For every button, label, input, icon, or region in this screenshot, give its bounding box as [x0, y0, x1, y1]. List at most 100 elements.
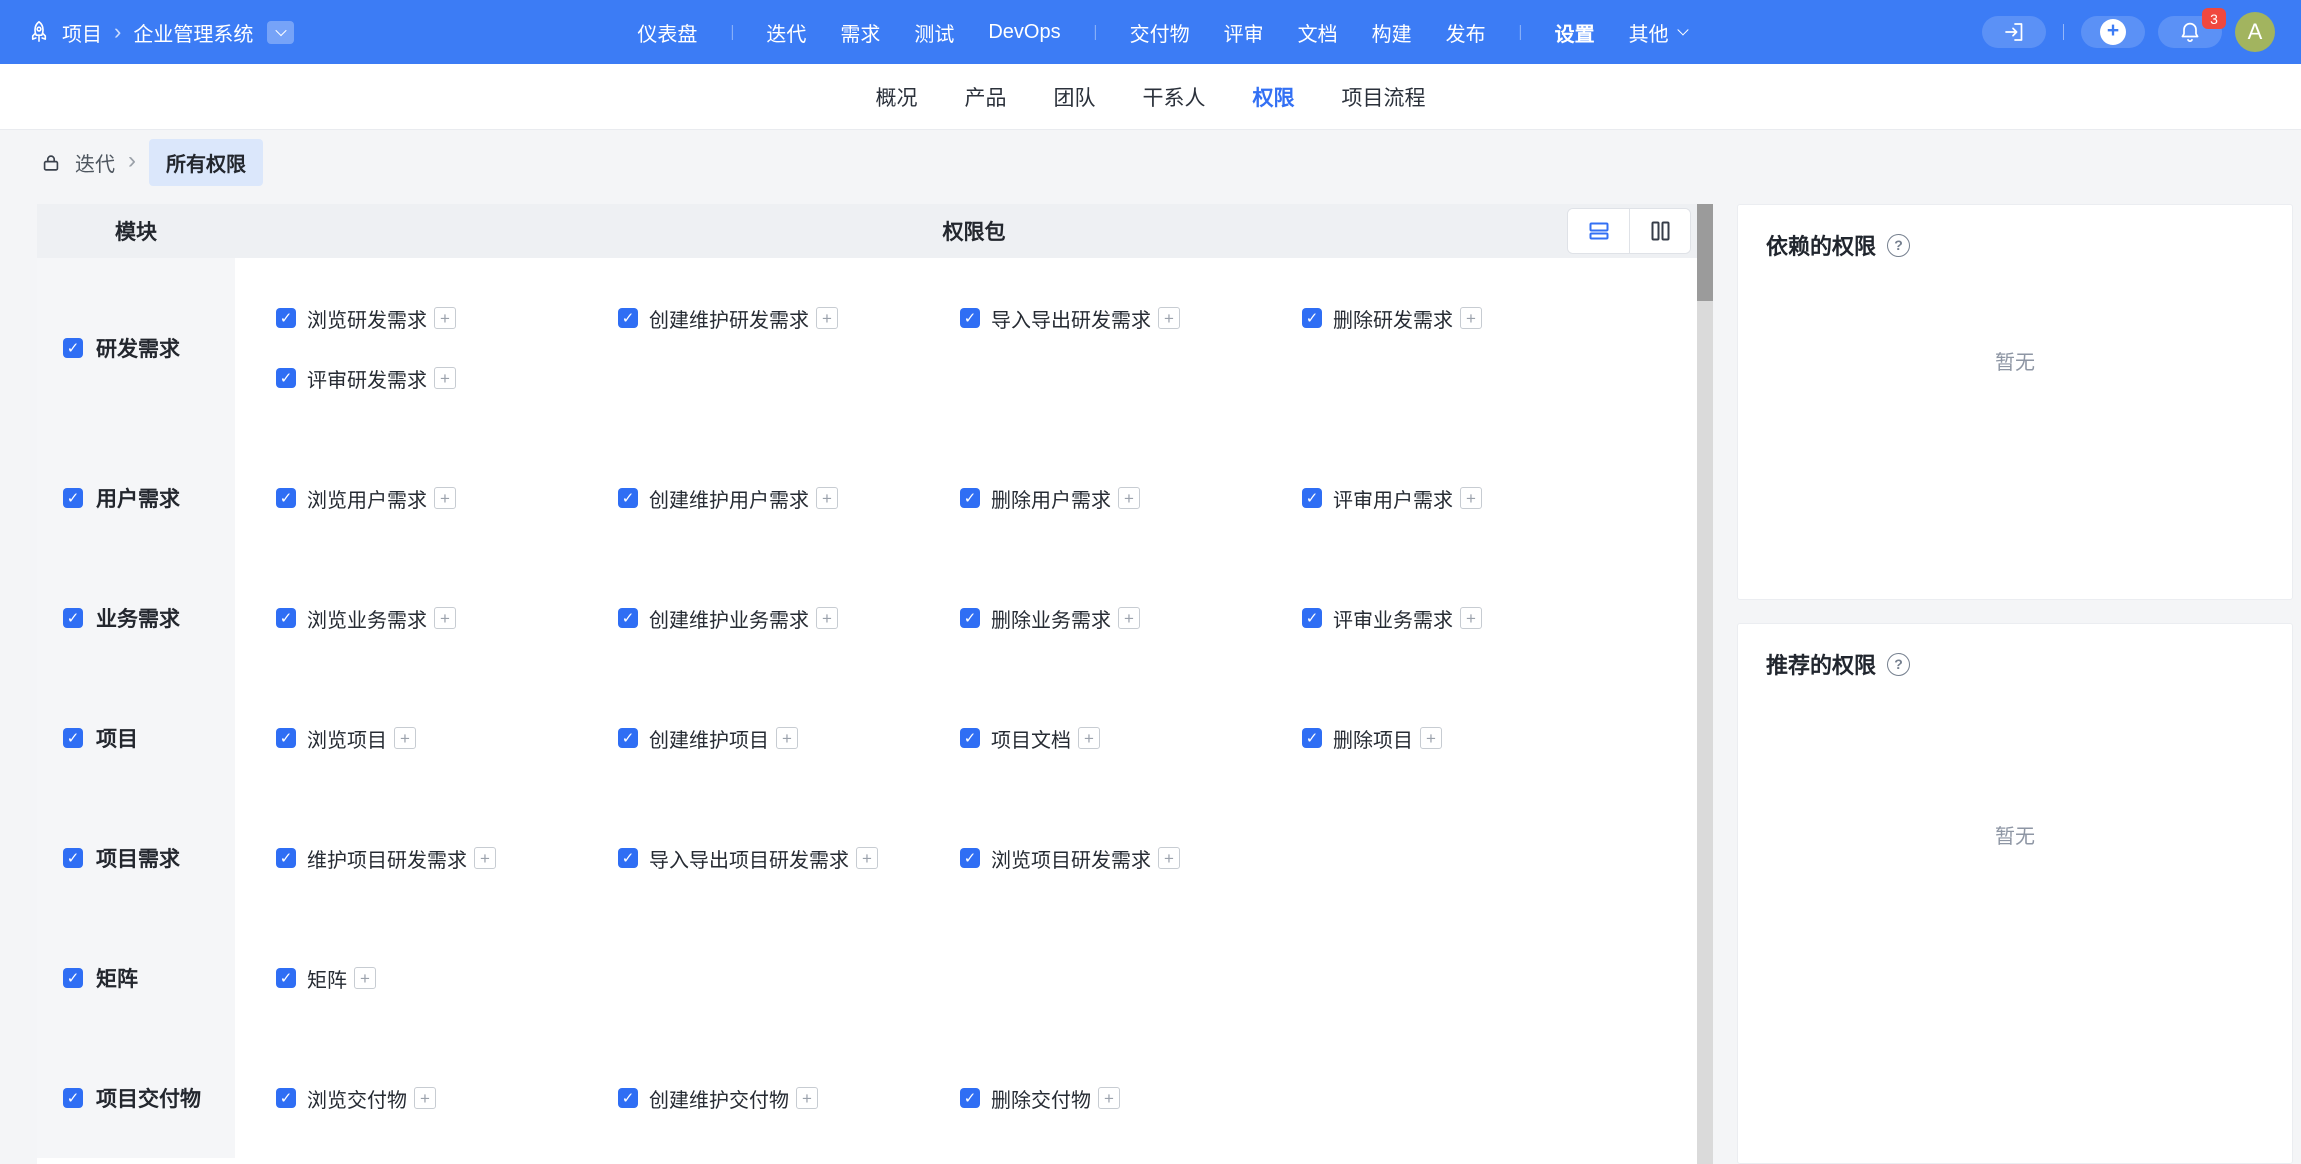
permission-checkbox-checked[interactable]: ✓ — [960, 608, 980, 628]
topbar-menu-item[interactable]: 仪表盘 — [637, 18, 697, 47]
sign-in-out-button[interactable] — [1982, 16, 2046, 48]
topbar-menu-item[interactable]: 发布 — [1446, 18, 1486, 47]
project-subnav: 概况 产品 团队 干系人 权限 项目流程 — [0, 64, 2301, 130]
topbar-menu-divider — [1520, 25, 1521, 40]
subnav-tab[interactable]: 权限 — [1253, 82, 1295, 112]
add-permission-point-button[interactable]: + — [1098, 1087, 1120, 1109]
add-permission-point-button[interactable]: + — [1158, 307, 1180, 329]
table-body: ✓ 研发需求 ✓ 浏览研发需求 + ✓ 创建维护研发需求 + — [37, 258, 1713, 1158]
topbar-menu-item[interactable]: 文档 — [1298, 18, 1338, 47]
add-permission-point-button[interactable]: + — [816, 607, 838, 629]
add-permission-point-button[interactable]: + — [1158, 847, 1180, 869]
module-checkbox-checked[interactable]: ✓ — [63, 848, 83, 868]
permissions-grid: ✓ 矩阵 + — [235, 918, 1713, 1038]
subnav-tab[interactable]: 团队 — [1054, 82, 1096, 112]
permission-checkbox-checked[interactable]: ✓ — [960, 1088, 980, 1108]
topbar-menu-item[interactable]: 设置 — [1555, 18, 1595, 47]
permission-checkbox-checked[interactable]: ✓ — [276, 968, 296, 988]
permission-checkbox-checked[interactable]: ✓ — [276, 308, 296, 328]
layout-rows-button[interactable] — [1568, 209, 1629, 253]
permission-checkbox-checked[interactable]: ✓ — [960, 488, 980, 508]
add-permission-point-button[interactable]: + — [1118, 607, 1140, 629]
add-permission-point-button[interactable]: + — [434, 487, 456, 509]
add-permission-point-button[interactable]: + — [816, 307, 838, 329]
add-permission-point-button[interactable]: + — [1118, 487, 1140, 509]
subnav-tab[interactable]: 干系人 — [1143, 82, 1206, 112]
permission-checkbox-checked[interactable]: ✓ — [276, 608, 296, 628]
permission-checkbox-checked[interactable]: ✓ — [276, 488, 296, 508]
permission-checkbox-checked[interactable]: ✓ — [276, 728, 296, 748]
breadcrumb-current[interactable]: 所有权限 — [149, 139, 263, 186]
permission-checkbox-checked[interactable]: ✓ — [1302, 608, 1322, 628]
module-checkbox-checked[interactable]: ✓ — [63, 968, 83, 988]
vertical-scrollbar[interactable] — [1697, 204, 1713, 1164]
help-icon[interactable]: ? — [1887, 234, 1910, 257]
topbar-menu-item[interactable]: 其他 — [1629, 18, 1685, 47]
add-permission-point-button[interactable]: + — [1420, 727, 1442, 749]
project-switcher-button[interactable] — [267, 21, 294, 44]
permission-checkbox-checked[interactable]: ✓ — [1302, 308, 1322, 328]
permission-checkbox-checked[interactable]: ✓ — [960, 848, 980, 868]
add-permission-point-button[interactable]: + — [1460, 307, 1482, 329]
topbar-menu-item[interactable]: 测试 — [914, 18, 954, 47]
subnav-tab-label: 概况 — [876, 87, 918, 110]
topbar-menu-item[interactable]: DevOps — [988, 21, 1060, 44]
permission-checkbox-checked[interactable]: ✓ — [1302, 488, 1322, 508]
notifications-button[interactable]: 3 — [2158, 16, 2222, 48]
add-permission-point-button[interactable]: + — [414, 1087, 436, 1109]
permission-checkbox-checked[interactable]: ✓ — [618, 728, 638, 748]
module-checkbox-checked[interactable]: ✓ — [63, 1088, 83, 1108]
module-checkbox-checked[interactable]: ✓ — [63, 728, 83, 748]
permission-checkbox-checked[interactable]: ✓ — [618, 308, 638, 328]
topbar-menu-item[interactable]: 构建 — [1372, 18, 1412, 47]
subnav-tab[interactable]: 概况 — [876, 82, 918, 112]
module-checkbox-checked[interactable]: ✓ — [63, 488, 83, 508]
add-permission-point-button[interactable]: + — [354, 967, 376, 989]
add-permission-point-button[interactable]: + — [1460, 607, 1482, 629]
permission-checkbox-checked[interactable]: ✓ — [618, 848, 638, 868]
topbar-menu: 仪表盘 迭代 需求 测试 DevOps 交付物 — [637, 0, 1684, 64]
project-name[interactable]: 企业管理系统 — [133, 18, 253, 47]
help-icon[interactable]: ? — [1887, 653, 1910, 676]
permission-item: ✓ 维护项目研发需求 + — [276, 828, 618, 888]
subnav-tab[interactable]: 产品 — [965, 82, 1007, 112]
add-permission-point-button[interactable]: + — [394, 727, 416, 749]
topbar-menu-item[interactable]: 需求 — [840, 18, 880, 47]
permission-checkbox-checked[interactable]: ✓ — [618, 608, 638, 628]
permissions-grid: ✓ 维护项目研发需求 + ✓ 导入导出项目研发需求 + ✓ 浏览项目研发需求 + — [235, 798, 1713, 918]
layout-columns-button[interactable] — [1629, 209, 1690, 253]
breadcrumb-parent[interactable]: 迭代 — [75, 148, 115, 177]
topbar-menu-item-label: DevOps — [988, 21, 1060, 44]
permission-checkbox-checked[interactable]: ✓ — [276, 1088, 296, 1108]
topbar-menu-item[interactable]: 交付物 — [1130, 18, 1190, 47]
add-permission-point-button[interactable]: + — [856, 847, 878, 869]
scrollbar-thumb[interactable] — [1697, 204, 1713, 301]
permission-checkbox-checked[interactable]: ✓ — [618, 488, 638, 508]
add-permission-point-button[interactable]: + — [434, 307, 456, 329]
add-permission-point-button[interactable]: + — [816, 487, 838, 509]
panel-title: 依赖的权限 — [1766, 229, 1876, 261]
create-button[interactable]: + — [2081, 16, 2145, 48]
add-permission-point-button[interactable]: + — [434, 607, 456, 629]
permission-checkbox-checked[interactable]: ✓ — [960, 308, 980, 328]
permission-checkbox-checked[interactable]: ✓ — [276, 368, 296, 388]
add-permission-point-button[interactable]: + — [474, 847, 496, 869]
module-checkbox-checked[interactable]: ✓ — [63, 608, 83, 628]
add-permission-point-button[interactable]: + — [796, 1087, 818, 1109]
avatar[interactable]: A — [2235, 12, 2275, 52]
add-permission-point-button[interactable]: + — [776, 727, 798, 749]
subnav-tab[interactable]: 项目流程 — [1342, 82, 1426, 112]
permission-checkbox-checked[interactable]: ✓ — [1302, 728, 1322, 748]
permission-checkbox-checked[interactable]: ✓ — [960, 728, 980, 748]
permission-checkbox-checked[interactable]: ✓ — [618, 1088, 638, 1108]
module-checkbox-checked[interactable]: ✓ — [63, 338, 83, 358]
topbar-menu-item[interactable]: 评审 — [1224, 18, 1264, 47]
workspace-label[interactable]: 项目 — [62, 18, 102, 47]
add-permission-point-button[interactable]: + — [1460, 487, 1482, 509]
permission-label: 删除交付物 — [991, 1084, 1091, 1113]
permission-checkbox-checked[interactable]: ✓ — [276, 848, 296, 868]
notification-badge: 3 — [2202, 8, 2226, 29]
add-permission-point-button[interactable]: + — [434, 367, 456, 389]
add-permission-point-button[interactable]: + — [1078, 727, 1100, 749]
topbar-menu-item[interactable]: 迭代 — [766, 18, 806, 47]
